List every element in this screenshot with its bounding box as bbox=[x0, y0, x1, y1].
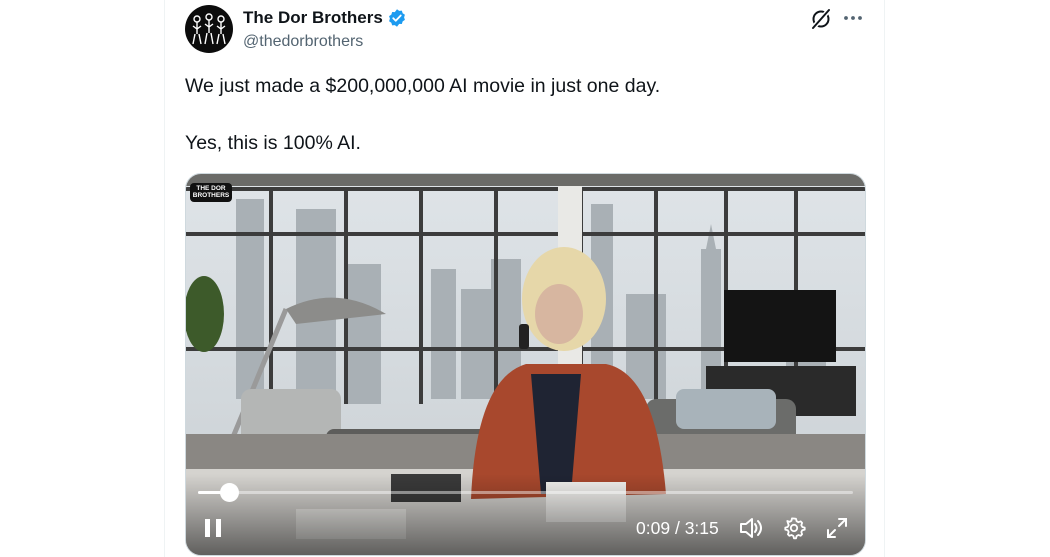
progress-bar[interactable] bbox=[198, 483, 853, 502]
fullscreen-icon[interactable] bbox=[826, 517, 848, 539]
tweet-card[interactable]: The Dor Brothers @thedorbrothers We just… bbox=[164, 0, 885, 557]
more-icon[interactable] bbox=[841, 6, 865, 30]
avatar[interactable] bbox=[185, 5, 233, 53]
progress-knob[interactable] bbox=[219, 483, 239, 502]
tweet-text: We just made a $200,000,000 AI movie in … bbox=[185, 72, 845, 186]
grok-icon[interactable] bbox=[809, 7, 833, 31]
tweet-line-2: Yes, this is 100% AI. bbox=[185, 132, 361, 154]
volume-icon[interactable] bbox=[738, 515, 764, 541]
tweet-line-1: We just made a $200,000,000 AI movie in … bbox=[185, 75, 661, 97]
total-duration: 3:15 bbox=[684, 518, 719, 538]
gear-icon[interactable] bbox=[782, 516, 806, 540]
video-time: 0:09 / 3:15 bbox=[636, 518, 719, 539]
video-controls: 0:09 / 3:15 bbox=[186, 474, 865, 555]
video-player[interactable]: THE DOR BROTHERS 0:09 / 3:15 bbox=[185, 173, 866, 556]
verified-badge-icon bbox=[388, 9, 405, 27]
video-watermark: THE DOR BROTHERS bbox=[190, 183, 232, 202]
author-name[interactable]: The Dor Brothers bbox=[243, 8, 383, 28]
pause-icon[interactable] bbox=[202, 516, 224, 540]
author-handle[interactable]: @thedorbrothers bbox=[243, 33, 363, 51]
time-separator: / bbox=[674, 518, 680, 538]
elapsed-time: 0:09 bbox=[636, 518, 671, 538]
